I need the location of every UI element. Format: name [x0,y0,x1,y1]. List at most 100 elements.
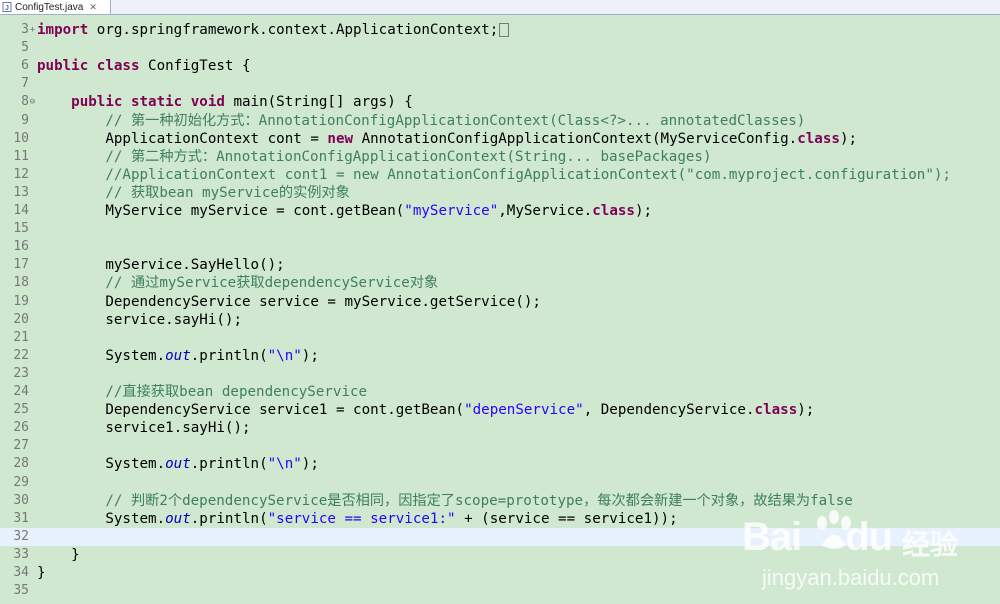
code-token: "myService" [404,203,499,219]
code-token: public [37,58,89,75]
code-line[interactable]: 17 myService.SayHello(); [0,256,1000,274]
code-line[interactable]: 23 [0,365,1000,383]
code-token: "depenService" [464,402,584,419]
code-line[interactable]: 9 // 第一种初始化方式：AnnotationConfigApplicatio… [0,112,1000,130]
code-text: // 通过myService获取dependencyService对象 [37,274,438,292]
code-line[interactable]: 29 [0,474,1000,492]
code-text: // 第一种初始化方式：AnnotationConfigApplicationC… [37,112,805,130]
close-icon[interactable]: ✕ [89,2,97,13]
line-number: 8 [21,94,29,110]
code-token: service.sayHi(); [37,311,242,328]
code-token: System. [37,510,166,527]
line-number: 22 [13,347,29,363]
code-line[interactable]: 15 [0,220,1000,238]
code-line[interactable]: 28 System.out.println("\n"); [0,455,1000,473]
code-text: public class ConfigTest { [37,57,251,75]
code-token: void [190,94,225,111]
code-line[interactable]: 34} [0,564,1000,582]
code-line[interactable]: 19 DependencyService service = myService… [0,293,1000,311]
line-number: 25 [13,402,29,418]
code-text: MyService myService = cont.getBean("mySe… [37,202,652,220]
code-line[interactable]: 12 //ApplicationContext cont1 = new Anno… [0,166,1000,184]
code-editor[interactable]: 3 + import org.springframework.context.App… [0,15,1000,604]
code-line[interactable]: 35 [0,582,1000,600]
code-token: // 获取bean myService的实例对象 [105,184,350,201]
code-token: ); [839,130,858,147]
code-line[interactable]: 14 MyService myService = cont.getBean("m… [0,202,1000,220]
code-token: // 通过myService获取dependencyService对象 [105,275,439,292]
code-line[interactable]: 7 [0,75,1000,93]
line-number: 9 [21,112,29,128]
java-file-icon: J [2,2,12,12]
code-text: ApplicationContext cont = new Annotation… [37,130,857,148]
code-text: System.out.println("\n"); [37,347,319,365]
code-token: ); [301,347,319,364]
folded-region-icon[interactable] [499,23,510,37]
line-number: 7 [21,76,29,92]
code-text: DependencyService service = myService.ge… [37,293,541,311]
code-line[interactable]: 31 System.out.println("service == servic… [0,510,1000,528]
code-line[interactable]: 8 ⊖ public static void main(String[] args… [0,93,1000,111]
code-line[interactable]: 6 public class ConfigTest { [0,57,1000,75]
code-line[interactable]: 11 // 第二种方式：AnnotationConfigApplicationC… [0,148,1000,166]
line-number: 20 [13,311,29,327]
code-line[interactable]: 20 service.sayHi(); [0,311,1000,329]
svg-text:J: J [5,5,9,12]
line-number: 12 [13,166,29,182]
code-token: myService.SayHello(); [37,257,285,274]
code-line[interactable]: 26 service1.sayHi(); [0,419,1000,437]
code-line[interactable]: 33 } [0,546,1000,564]
code-token: "\n" [267,456,302,473]
code-token: , DependencyService. [583,402,755,419]
line-number: 13 [13,184,29,200]
code-line[interactable]: 16 [0,238,1000,256]
code-token: .println( [190,347,268,364]
code-line[interactable]: 5 [0,39,1000,57]
code-line[interactable]: 13 // 获取bean myService的实例对象 [0,184,1000,202]
line-number: 32 [13,528,29,544]
tab-configtest-java[interactable]: J ConfigTest.java ✕ [0,0,111,14]
code-line[interactable]: 30 // 判断2个dependencyService是否相同，因指定了scop… [0,492,1000,510]
code-token: DependencyService service1 = cont.getBea… [37,402,465,419]
fold-collapse-icon[interactable]: ⊖ [29,93,36,111]
line-number: 30 [13,492,29,508]
code-text: service1.sayHi(); [37,419,250,437]
code-line[interactable]: 32 [0,527,1000,546]
code-text: System.out.println("service == service1:… [37,510,677,528]
code-token: .println( [190,456,268,473]
code-text: public static void main(String[] args) { [37,93,413,111]
code-text: } [37,564,46,582]
code-token: out [165,456,191,473]
code-line[interactable]: 22 System.out.println("\n"); [0,347,1000,365]
code-token: out [165,510,191,527]
code-token: } [37,546,80,563]
code-line[interactable]: 21 [0,329,1000,347]
code-token: MyService myService = cont.getBean( [37,203,405,219]
code-token: class [797,130,840,147]
line-number: 29 [13,474,29,490]
code-line[interactable]: 3 + import org.springframework.context.App… [0,21,1000,39]
code-token: import [37,22,89,38]
tab-label: ConfigTest.java [15,1,84,13]
code-line[interactable]: 18 // 通过myService获取dependencyService对象 [0,274,1000,292]
fold-expand-icon[interactable]: + [29,21,36,39]
line-number: 11 [13,148,29,164]
code-text: // 获取bean myService的实例对象 [37,184,350,202]
line-number: 6 [21,58,29,74]
line-number: 19 [13,293,29,309]
code-line[interactable]: 10 ApplicationContext cont = new Annotat… [0,130,1000,148]
line-number: 18 [13,275,29,291]
code-token: // 第一种初始化方式：AnnotationConfigApplicationC… [105,112,806,129]
code-line[interactable]: 25 DependencyService service1 = cont.get… [0,401,1000,419]
code-token: ); [301,456,319,473]
code-token: DependencyService service = myService.ge… [37,293,541,310]
code-line[interactable]: 27 [0,437,1000,455]
code-line[interactable]: 24 //直接获取bean dependencyService [0,383,1000,401]
code-token: class [592,203,635,219]
